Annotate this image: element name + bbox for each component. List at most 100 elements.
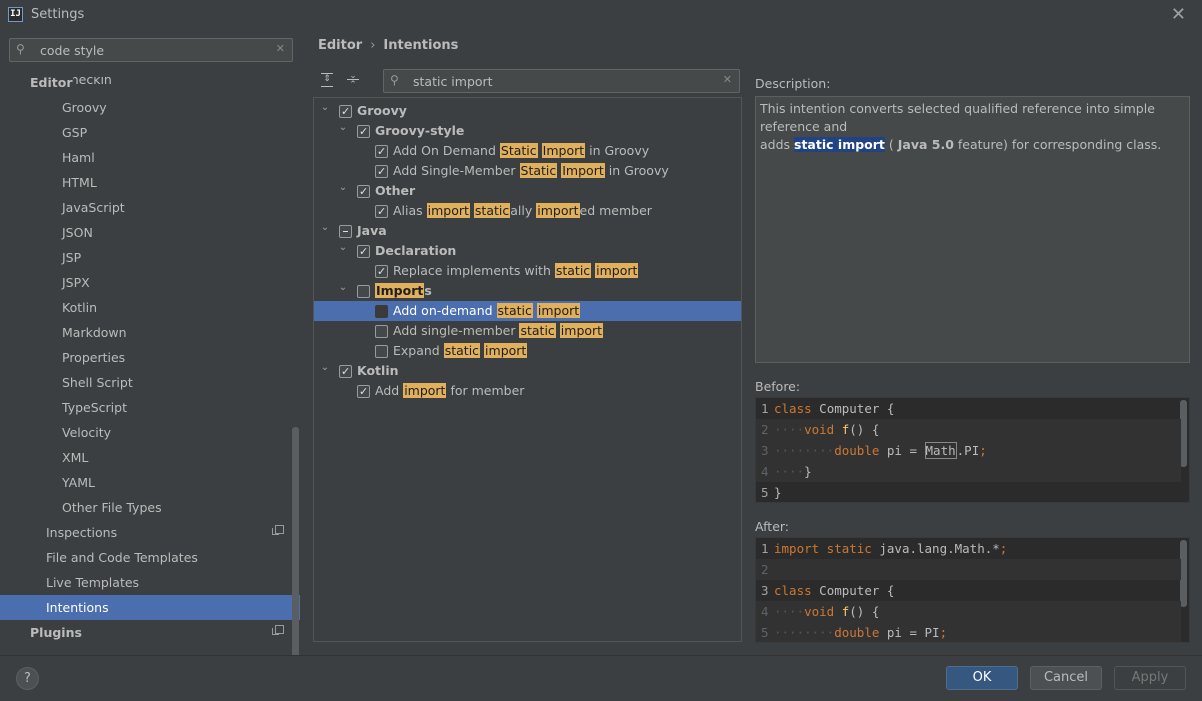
line-number: 3 bbox=[761, 583, 769, 598]
intention-checkbox[interactable] bbox=[357, 382, 370, 402]
intention-label: Expand static import bbox=[393, 343, 528, 358]
intention-checkbox[interactable] bbox=[375, 202, 388, 222]
intention-checkbox[interactable] bbox=[375, 305, 388, 318]
line-number: 5 bbox=[761, 625, 769, 640]
intention-checkbox[interactable] bbox=[375, 325, 388, 338]
clear-search-icon[interactable]: ✕ bbox=[723, 73, 732, 86]
sidebar-item-velocity[interactable]: Velocity bbox=[62, 420, 111, 445]
sidebar-item-plugins[interactable]: Plugins bbox=[30, 620, 300, 645]
line-number: 3 bbox=[761, 443, 769, 458]
intention-add-on-demand-static-import-in-groovy[interactable]: Add On Demand Static Import in Groovy bbox=[314, 141, 741, 162]
intentions-search-input[interactable]: ⚲ static import ✕ bbox=[383, 69, 740, 93]
intention-add-on-demand-static-import[interactable]: Add on-demand static import bbox=[314, 301, 741, 321]
intention-checkbox[interactable] bbox=[357, 182, 370, 202]
sidebar-item-markdown[interactable]: Markdown bbox=[62, 320, 127, 345]
sidebar-scrollbar[interactable] bbox=[292, 427, 299, 682]
help-button[interactable]: ? bbox=[16, 667, 39, 690]
sidebar-item-xml[interactable]: XML bbox=[62, 445, 88, 470]
settings-search-input[interactable]: ⚲ code style ✕ bbox=[9, 38, 293, 62]
code-line: 3 class Computer { bbox=[756, 580, 1181, 601]
intention-checkbox[interactable] bbox=[357, 242, 370, 262]
sidebar-item-kotlin[interactable]: Kotlin bbox=[62, 295, 97, 320]
line-number: 1 bbox=[761, 541, 769, 556]
code-line: 5 ········double pi = PI; bbox=[756, 622, 1181, 642]
settings-tree: Editor Checkin Groovy GSP Haml HTML JavaScript… bbox=[0, 70, 300, 655]
apply-button[interactable]: Apply bbox=[1114, 666, 1186, 690]
before-label: Before: bbox=[755, 379, 801, 394]
dialog-footer: ? OK Cancel Apply bbox=[0, 655, 1202, 701]
sidebar-item-jspx[interactable]: JSPX bbox=[62, 270, 90, 295]
intention-alias-import-statically-imported-member[interactable]: Alias import statically imported member bbox=[314, 201, 741, 222]
line-number: 2 bbox=[761, 422, 769, 437]
settings-search-value[interactable]: code style bbox=[40, 43, 104, 58]
expand-arrow-icon[interactable]: ⌄ bbox=[319, 218, 331, 238]
intention-other[interactable]: ⌄ Other bbox=[314, 178, 741, 202]
expand-all-icon[interactable]: ⇕ bbox=[319, 72, 335, 88]
search-icon: ⚲ bbox=[390, 73, 399, 87]
intention-add-single-member-static-import-in-groovy[interactable]: Add Single-Member Static Import in Groov… bbox=[314, 161, 741, 182]
sidebar-item-haml[interactable]: Haml bbox=[62, 145, 95, 170]
intentions-search-value[interactable]: static import bbox=[413, 74, 493, 89]
intention-java[interactable]: ⌄ Java bbox=[314, 221, 741, 241]
intention-checkbox[interactable] bbox=[375, 162, 388, 182]
sidebar-item-gsp[interactable]: GSP bbox=[62, 120, 87, 145]
description-panel: This intention converts selected qualifi… bbox=[755, 96, 1190, 363]
before-code-preview: 1 class Computer {2 ····void f() {3 ·······… bbox=[755, 397, 1190, 503]
intention-label: Other bbox=[375, 183, 416, 198]
expand-arrow-icon[interactable]: ⌄ bbox=[319, 358, 331, 378]
after-code-preview: 1 import static java.lang.Math.*; 2 3 class … bbox=[755, 537, 1190, 643]
intention-replace-implements-with-static-import[interactable]: Replace implements with static import bbox=[314, 261, 741, 282]
expand-arrow-icon[interactable]: ⌄ bbox=[337, 238, 349, 258]
intention-groovy[interactable]: ⌄ Groovy bbox=[314, 98, 741, 122]
sidebar-item-editor[interactable]: Editor bbox=[30, 70, 73, 95]
intention-checkbox[interactable] bbox=[375, 345, 388, 358]
sidebar-item-file-and-code-templates[interactable]: File and Code Templates bbox=[46, 545, 198, 570]
collapse-all-icon[interactable]: ⌄ ⌃ bbox=[345, 72, 361, 90]
breadcrumb-editor[interactable]: Editor bbox=[318, 38, 362, 53]
sidebar-item-json[interactable]: JSON bbox=[62, 220, 93, 245]
intention-checkbox[interactable] bbox=[357, 122, 370, 142]
line-number: 1 bbox=[761, 401, 769, 416]
intention-checkbox[interactable] bbox=[339, 225, 352, 238]
sidebar-item-groovy[interactable]: Groovy bbox=[62, 95, 107, 120]
intention-checkbox[interactable] bbox=[375, 142, 388, 162]
before-scrollbar[interactable] bbox=[1180, 400, 1187, 467]
sidebar-item-jsp[interactable]: JSP bbox=[62, 245, 81, 270]
intention-kotlin[interactable]: ⌄ Kotlin bbox=[314, 358, 741, 382]
intention-checkbox[interactable] bbox=[339, 362, 352, 382]
cancel-button[interactable]: Cancel bbox=[1030, 666, 1102, 690]
intention-checkbox[interactable] bbox=[357, 285, 370, 298]
sidebar-item-inspections[interactable]: Inspections bbox=[46, 520, 300, 545]
code-line: 2 bbox=[756, 559, 1181, 580]
sidebar-item-javascript[interactable]: JavaScript bbox=[62, 195, 125, 220]
intention-groovy-style[interactable]: ⌄ Groovy-style bbox=[314, 118, 741, 142]
clear-search-icon[interactable]: ✕ bbox=[276, 42, 285, 55]
intention-add-single-member-static-import[interactable]: Add single-member static import bbox=[314, 321, 741, 341]
sidebar-item-typescript[interactable]: TypeScript bbox=[62, 395, 127, 420]
sidebar-item-yaml[interactable]: YAML bbox=[62, 470, 95, 495]
expand-arrow-icon[interactable]: ⌄ bbox=[337, 278, 349, 298]
expand-arrow-icon[interactable]: ⌄ bbox=[319, 98, 331, 118]
intention-imports[interactable]: ⌄ Imports bbox=[314, 281, 741, 301]
intention-checkbox[interactable] bbox=[339, 102, 352, 122]
code-line: 1 class Computer { bbox=[756, 398, 1181, 419]
intention-expand-static-import[interactable]: Expand static import bbox=[314, 341, 741, 361]
sidebar-item-html[interactable]: HTML bbox=[62, 170, 97, 195]
sidebar-item-intentions[interactable]: Intentions bbox=[0, 595, 300, 620]
expand-arrow-icon[interactable]: ⌄ bbox=[337, 118, 349, 138]
intention-checkbox[interactable] bbox=[375, 262, 388, 282]
intention-declaration[interactable]: ⌄ Declaration bbox=[314, 238, 741, 262]
close-icon[interactable]: ✕ bbox=[1171, 4, 1186, 25]
sidebar-item-properties[interactable]: Properties bbox=[62, 345, 125, 370]
intention-label: Add single-member static import bbox=[393, 323, 604, 338]
sidebar-item-live-templates[interactable]: Live Templates bbox=[46, 570, 139, 595]
ok-button[interactable]: OK bbox=[946, 666, 1018, 690]
sidebar-item-shell-script[interactable]: Shell Script bbox=[62, 370, 133, 395]
sidebar-item-other-file-types[interactable]: Other File Types bbox=[62, 495, 162, 520]
intention-add-import-for-member[interactable]: Add import for member bbox=[314, 381, 741, 402]
expand-arrow-icon[interactable]: ⌄ bbox=[337, 178, 349, 198]
intention-label: Declaration bbox=[375, 243, 457, 258]
breadcrumb: Editor › Intentions bbox=[318, 38, 458, 53]
intentions-tree: ⌄ Groovy ⌄ Groovy-style Add On Demand Static… bbox=[313, 97, 742, 642]
after-scrollbar[interactable] bbox=[1180, 540, 1187, 607]
